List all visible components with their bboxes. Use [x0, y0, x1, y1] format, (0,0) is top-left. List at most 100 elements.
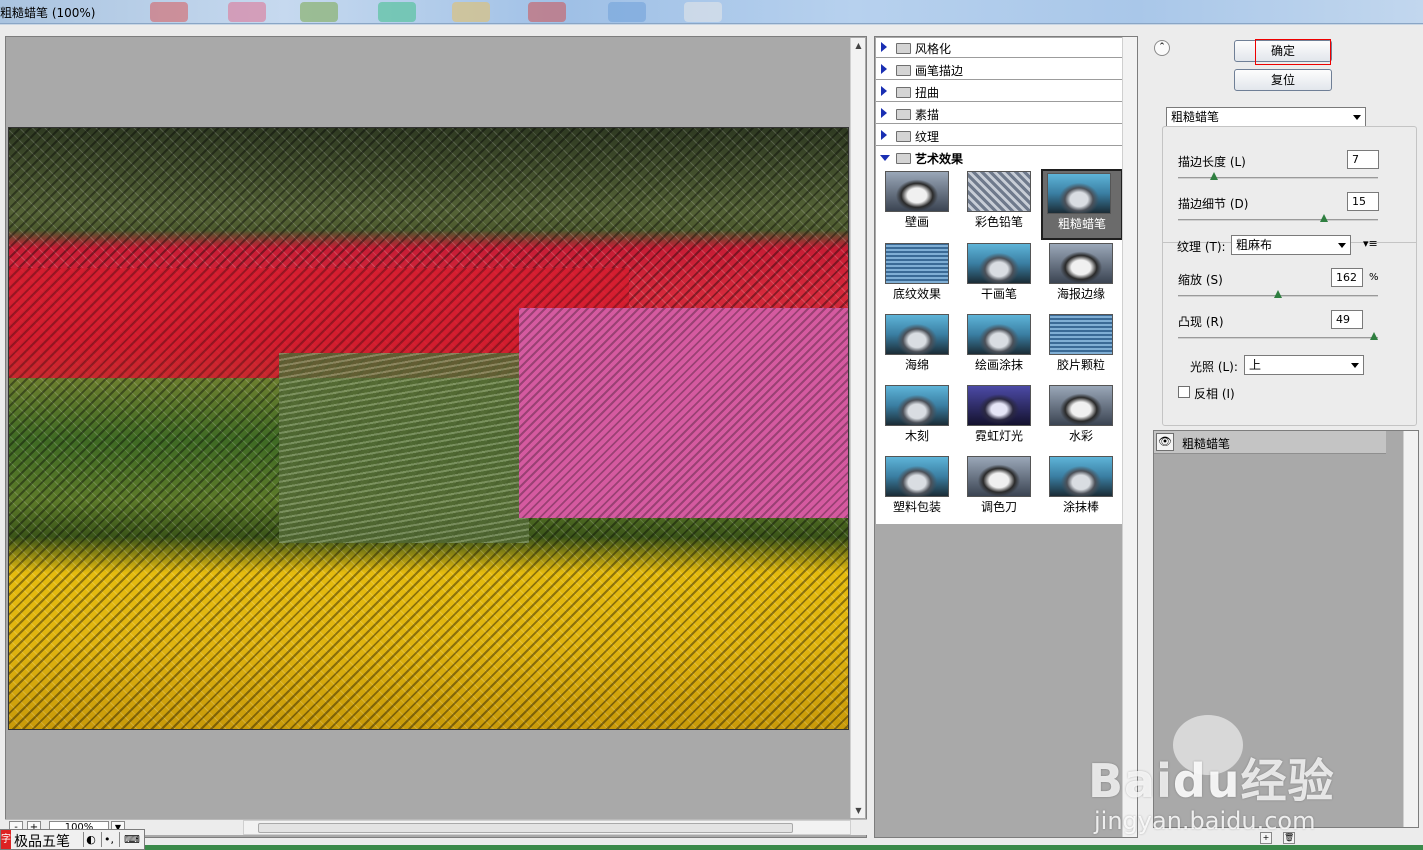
filter-type-select[interactable]: 粗糙蜡笔: [1166, 107, 1366, 127]
relief-slider[interactable]: [1178, 332, 1378, 340]
preview-vertical-scrollbar[interactable]: ▲ ▼: [850, 38, 865, 818]
filter-thumb-selected[interactable]: 粗糙蜡笔: [1041, 169, 1123, 240]
preview-region: [519, 308, 848, 518]
stroke-detail-slider[interactable]: [1178, 214, 1378, 222]
relief-input[interactable]: 49: [1331, 310, 1363, 329]
taskbar-edge: [0, 845, 1423, 850]
filter-preview-image: [885, 243, 949, 284]
filter-list: 风格化 画笔描边 扭曲 素描 纹理 艺术效果 壁画 彩色铅笔 粗糙蜡笔 底纹效果…: [876, 38, 1123, 524]
filter-thumb[interactable]: 海报边缘: [1045, 241, 1115, 307]
highlight-box: [1255, 39, 1331, 65]
category-stylize[interactable]: 风格化: [876, 38, 1122, 58]
collapse-gallery-icon[interactable]: ⌃: [1154, 40, 1170, 56]
preview-panel: ▲ ▼: [5, 36, 867, 838]
category-distort[interactable]: 扭曲: [876, 82, 1122, 102]
gallery-vertical-scrollbar[interactable]: [1122, 37, 1137, 837]
category-artistic[interactable]: 艺术效果: [876, 148, 1122, 168]
reset-button[interactable]: 复位: [1234, 69, 1332, 91]
keyboard-icon[interactable]: ⌨: [119, 832, 144, 847]
stroke-length-slider[interactable]: [1178, 172, 1378, 180]
preview-image[interactable]: [8, 127, 849, 730]
eye-icon[interactable]: 👁: [1156, 433, 1174, 451]
slider-knob[interactable]: [1210, 172, 1218, 180]
invert-label: 反相 (I): [1194, 387, 1235, 401]
stroke-detail-input[interactable]: 15: [1347, 192, 1379, 211]
scrollbar-thumb[interactable]: [258, 823, 793, 833]
slider-knob[interactable]: [1370, 332, 1378, 340]
stroke-length-label: 描边长度 (L): [1178, 155, 1246, 169]
filter-thumb[interactable]: 彩色铅笔: [963, 169, 1033, 235]
expand-icon[interactable]: [881, 108, 887, 118]
expand-icon[interactable]: [881, 86, 887, 96]
watermark-logo: Baidu经验 jingyan.baidu.com: [1088, 715, 1408, 845]
filter-gallery: 风格化 画笔描边 扭曲 素描 纹理 艺术效果 壁画 彩色铅笔 粗糙蜡笔 底纹效果…: [874, 36, 1138, 838]
folder-icon: [896, 109, 911, 120]
watermark-brand: Baidu经验: [1088, 754, 1335, 808]
light-label: 光照 (L):: [1190, 360, 1238, 374]
scaling-input[interactable]: 162: [1331, 268, 1363, 287]
filter-thumb[interactable]: 调色刀: [963, 454, 1033, 520]
category-brush-strokes[interactable]: 画笔描边: [876, 60, 1122, 80]
collapse-icon[interactable]: [880, 155, 890, 161]
filter-preview-image: [967, 171, 1031, 212]
filter-gallery-dialog: ▲ ▼ - + 100% ▼ 风格化 画笔描边 扭曲 素描 纹理 艺术效果 壁画…: [0, 25, 1423, 845]
filter-preview-image: [1049, 385, 1113, 426]
taskbar-blur: [452, 2, 490, 22]
scroll-down-icon[interactable]: ▼: [851, 803, 866, 818]
scaling-slider[interactable]: [1178, 290, 1378, 298]
folder-open-icon: [896, 153, 911, 164]
texture-menu-icon[interactable]: ▾≡: [1363, 237, 1378, 250]
filter-thumb[interactable]: 木刻: [881, 383, 951, 449]
texture-select[interactable]: 粗麻布: [1231, 235, 1351, 255]
filter-preview-image: [967, 385, 1031, 426]
light-select[interactable]: 上: [1244, 355, 1364, 375]
stroke-length-input[interactable]: 7: [1347, 150, 1379, 169]
relief-label: 凸现 (R): [1178, 315, 1224, 329]
light-value: 上: [1249, 358, 1262, 372]
folder-icon: [896, 131, 911, 142]
folder-icon: [896, 65, 911, 76]
ime-logo-icon[interactable]: 字: [1, 830, 11, 849]
slider-knob[interactable]: [1320, 214, 1328, 222]
ime-name[interactable]: 极品五笔: [14, 831, 70, 850]
filter-thumb[interactable]: 涂抹棒: [1045, 454, 1115, 520]
slider-knob[interactable]: [1274, 290, 1282, 298]
settings-panel: ⌃ 确定 复位 粗糙蜡笔 描边长度 (L) 7 描边细节 (D) 15 纹理 (…: [1145, 36, 1421, 844]
folder-icon: [896, 43, 911, 54]
filter-thumb[interactable]: 海绵: [881, 312, 951, 378]
invert-checkbox[interactable]: [1178, 386, 1190, 398]
filter-type-value: 粗糙蜡笔: [1171, 110, 1220, 124]
taskbar-blur: [300, 2, 338, 22]
taskbar-blur: [228, 2, 266, 22]
filter-preview-image: [1049, 243, 1113, 284]
preview-region: [279, 353, 529, 543]
filter-thumb[interactable]: 胶片颗粒: [1045, 312, 1115, 378]
category-texture[interactable]: 纹理: [876, 126, 1122, 146]
scroll-up-icon[interactable]: ▲: [851, 38, 866, 53]
ime-toolbar[interactable]: 字 极品五笔 ◐ •, ⌨: [0, 829, 145, 850]
chevron-down-icon: [1353, 115, 1361, 120]
folder-icon: [896, 87, 911, 98]
taskbar-blur: [378, 2, 416, 22]
expand-icon[interactable]: [881, 130, 887, 140]
punctuation-icon[interactable]: •,: [101, 832, 116, 847]
filter-thumb[interactable]: 水彩: [1045, 383, 1115, 449]
filter-preview-image: [1049, 314, 1113, 355]
taskbar-blur: [608, 2, 646, 22]
filter-preview-image: [885, 314, 949, 355]
filter-thumb[interactable]: 塑料包装: [881, 454, 951, 520]
expand-icon[interactable]: [881, 42, 887, 52]
effect-layer-item[interactable]: 👁 粗糙蜡笔: [1154, 431, 1386, 454]
filter-thumb[interactable]: 绘画涂抹: [963, 312, 1033, 378]
ok-button[interactable]: 确定: [1234, 39, 1332, 65]
filter-preview-image: [967, 456, 1031, 497]
moon-icon[interactable]: ◐: [83, 832, 98, 847]
filter-thumb[interactable]: 底纹效果: [881, 241, 951, 307]
category-sketch[interactable]: 素描: [876, 104, 1122, 124]
expand-icon[interactable]: [881, 64, 887, 74]
chevron-down-icon: [1338, 243, 1346, 248]
filter-thumb[interactable]: 霓虹灯光: [963, 383, 1033, 449]
filter-thumb[interactable]: 壁画: [881, 169, 951, 235]
preview-horizontal-scrollbar[interactable]: [243, 820, 851, 835]
filter-thumb[interactable]: 干画笔: [963, 241, 1033, 307]
